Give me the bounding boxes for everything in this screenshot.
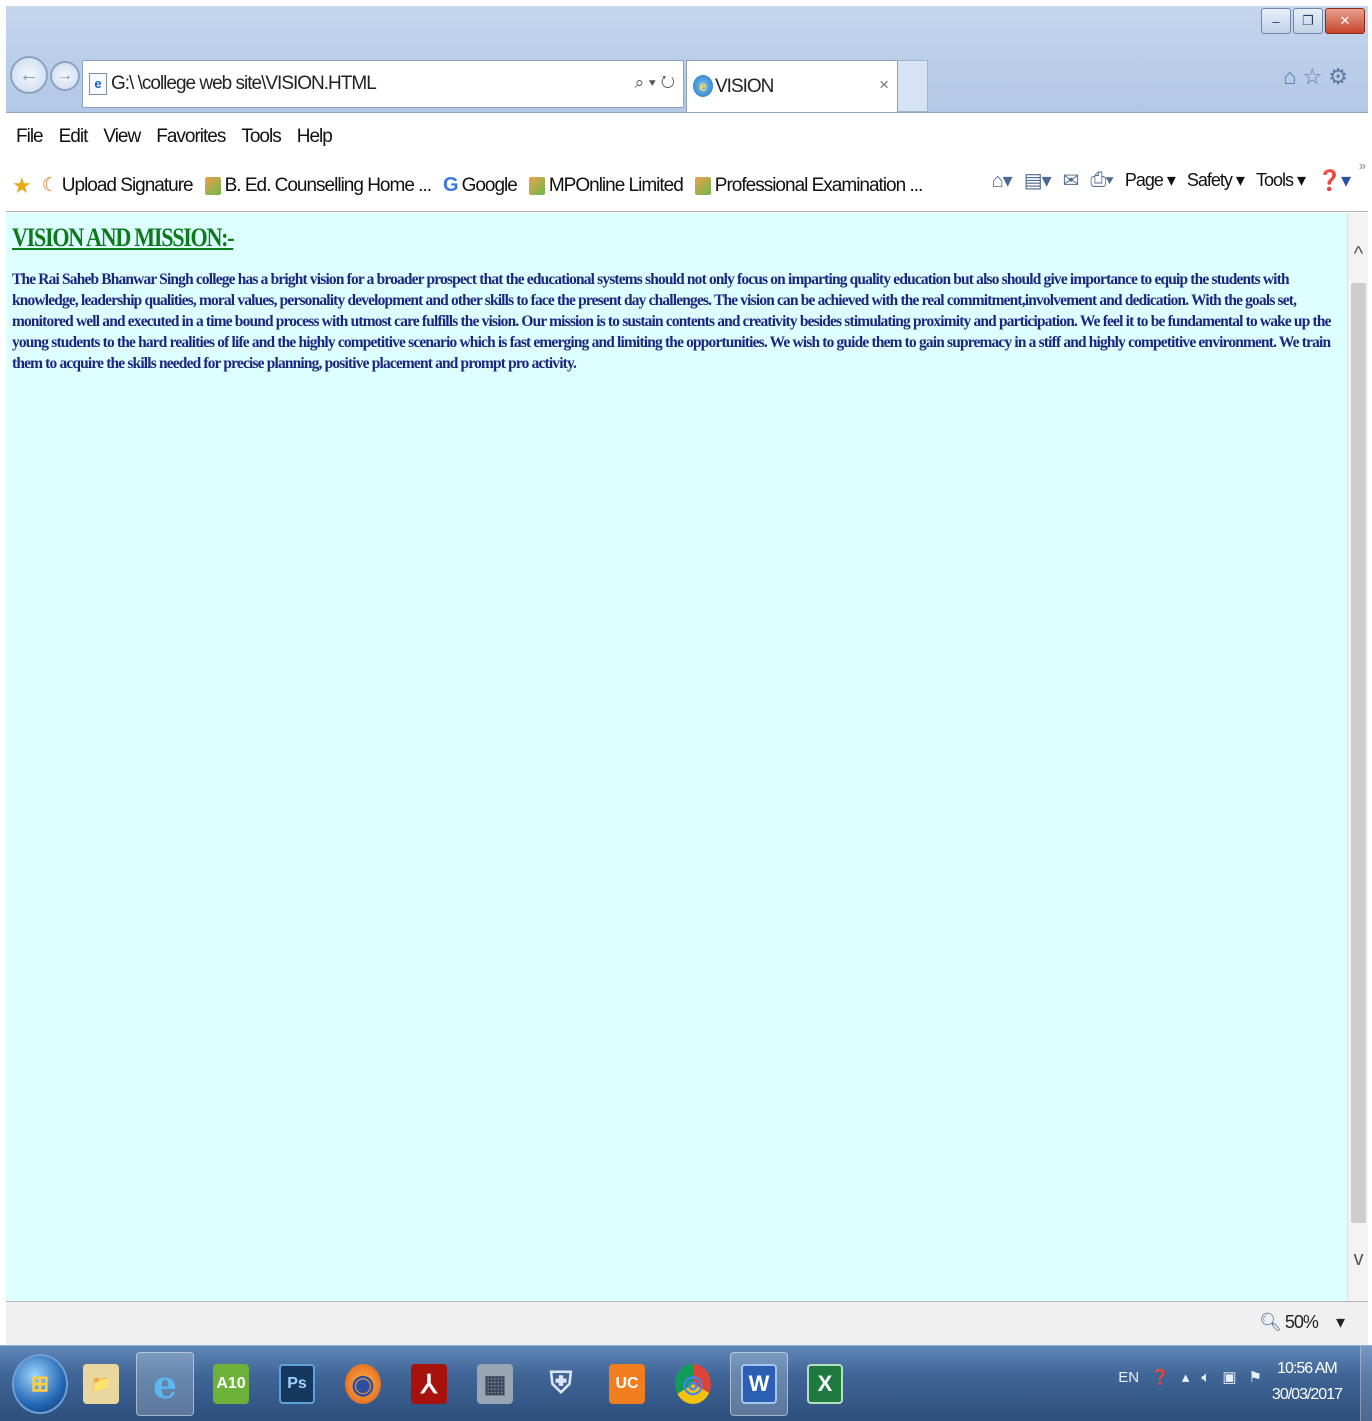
show-desktop-button[interactable] [1360, 1346, 1372, 1421]
firefox-icon: ◉ [345, 1364, 381, 1404]
back-button[interactable]: ← [10, 56, 48, 94]
forward-button[interactable]: → [50, 61, 80, 91]
print-icon[interactable]: ⎙▾ [1090, 169, 1113, 192]
feeds-icon[interactable]: ▤▾ [1024, 168, 1052, 193]
minimize-button[interactable]: – [1261, 8, 1291, 34]
maximize-button[interactable]: ❐ [1293, 8, 1323, 34]
a10-icon: A10 [213, 1364, 249, 1404]
status-bar: 🔍︎ 50% ▾ [6, 1301, 1368, 1345]
shield-icon: ⛨ [549, 1367, 573, 1400]
site-icon [204, 176, 221, 195]
site-icon [528, 176, 545, 195]
safety-menu[interactable]: Safety ▾ [1187, 170, 1245, 191]
taskbar-photoshop[interactable]: Ps [268, 1352, 326, 1416]
fav-google[interactable]: G Google [443, 174, 518, 197]
fav-professional-examination[interactable]: Professional Examination ... [694, 175, 923, 197]
browser-title-bar: – ❐ ✕ ← → e G:\ \college web site\VISION… [6, 6, 1368, 113]
clock-time: 10:56 AM [1277, 1360, 1338, 1377]
taskbar-internet-explorer[interactable]: e [136, 1352, 194, 1416]
vertical-scrollbar[interactable]: ^ v [1347, 213, 1368, 1301]
ie-page-icon: e [89, 73, 107, 95]
taskbar-acrobat[interactable]: ⅄ [400, 1352, 458, 1416]
windows-logo-icon: ⊞ [30, 1371, 50, 1396]
taskbar-security[interactable]: ⛨ [532, 1352, 590, 1416]
close-button[interactable]: ✕ [1325, 8, 1365, 34]
menu-view[interactable]: View [103, 126, 141, 148]
site-icon [694, 176, 711, 195]
scroll-thumb[interactable] [1351, 283, 1366, 1223]
address-bar[interactable]: e G:\ \college web site\VISION.HTML ⌕ ▾ … [82, 60, 684, 108]
taskbar-uc-browser[interactable]: UC [598, 1352, 656, 1416]
vision-paragraph: The Rai Saheb Bhanwar Singh college has … [12, 271, 1331, 372]
taskbar-file-manager[interactable]: ▦ [466, 1352, 524, 1416]
zoom-level: 50% [1284, 1312, 1319, 1332]
mail-icon[interactable]: ✉ [1063, 168, 1080, 193]
chevron-down-icon: ▾ [1335, 1312, 1345, 1332]
photoshop-icon: Ps [279, 1364, 315, 1404]
menu-help[interactable]: Help [297, 126, 333, 148]
ie-tab-icon: e [693, 75, 713, 97]
taskbar: ⊞ 📁 e A10 Ps ◉ ⅄ ▦ ⛨ UC ◎ W X EN ❓ ▴ 🔈︎ … [0, 1345, 1372, 1421]
taskbar-chrome[interactable]: ◎ [664, 1352, 722, 1416]
scroll-down-icon[interactable]: v [1350, 1248, 1367, 1271]
taskbar-excel[interactable]: X [796, 1352, 854, 1416]
page-menu[interactable]: Page ▾ [1125, 170, 1176, 191]
page-heading: VISION AND MISSION:- [12, 223, 235, 252]
search-refresh-icons[interactable]: ⌕ ▾ ↻ [635, 73, 675, 93]
clock[interactable]: 10:56 AM 30/03/2017 [1271, 1356, 1343, 1408]
tab-title: VISION [715, 76, 774, 97]
loading-icon: ☾ [41, 175, 59, 196]
flag-icon[interactable]: ⚑ [1249, 1368, 1262, 1386]
folder-icon: 📁 [83, 1364, 119, 1404]
back-arrow-icon: ← [19, 63, 39, 86]
tab-vision[interactable]: e VISION × [686, 60, 898, 112]
home-favorites-settings-icons[interactable]: ⌂☆⚙ [1283, 64, 1354, 90]
word-icon: W [741, 1364, 777, 1404]
acrobat-icon: ⅄ [411, 1364, 447, 1404]
excel-icon: X [807, 1364, 843, 1404]
help-tray-icon[interactable]: ❓ [1151, 1368, 1170, 1386]
start-button[interactable]: ⊞ [12, 1354, 68, 1414]
fav-mponline[interactable]: MPOnline Limited [528, 175, 684, 197]
taskbar-a10[interactable]: A10 [202, 1352, 260, 1416]
chrome-icon: ◎ [675, 1364, 711, 1404]
chevron-more-icon[interactable]: » [1359, 158, 1366, 173]
command-bar: ⌂▾ ▤▾ ✉ ⎙▾ Page ▾ Safety ▾ Tools ▾ ❓▾ [992, 168, 1351, 193]
address-input[interactable]: G:\ \college web site\VISION.HTML [111, 73, 377, 95]
taskbar-word[interactable]: W [730, 1352, 788, 1416]
volume-icon[interactable]: 🔈︎ [1201, 1369, 1210, 1386]
page-content: VISION AND MISSION:- The Rai Saheb Bhanw… [6, 213, 1347, 1301]
new-tab-button[interactable] [898, 60, 928, 112]
network-icon[interactable]: ▣ [1222, 1368, 1236, 1386]
uc-browser-icon: UC [609, 1364, 645, 1404]
help-icon[interactable]: ❓▾ [1317, 168, 1351, 193]
clock-date: 30/03/2017 [1271, 1386, 1343, 1403]
language-indicator[interactable]: EN [1118, 1369, 1139, 1386]
show-hidden-icons[interactable]: ▴ [1182, 1368, 1190, 1386]
fav-upload-signature[interactable]: ☾ Upload Signature [41, 174, 194, 197]
fav-bed-counselling[interactable]: B. Ed. Counselling Home ... [204, 175, 432, 197]
menu-edit[interactable]: Edit [59, 126, 89, 148]
zoom-icon: 🔍︎ [1259, 1312, 1282, 1332]
menu-tools[interactable]: Tools [241, 126, 281, 148]
scroll-up-icon[interactable]: ^ [1350, 243, 1367, 266]
home-icon[interactable]: ⌂▾ [992, 168, 1013, 193]
zoom-control[interactable]: 🔍︎ 50% ▾ [1259, 1312, 1345, 1333]
taskbar-explorer[interactable]: 📁 [72, 1352, 130, 1416]
forward-arrow-icon: → [57, 67, 73, 84]
menu-file[interactable]: File [16, 126, 44, 148]
system-tray: EN ❓ ▴ 🔈︎ ▣ ⚑ [1118, 1368, 1262, 1387]
google-icon: G [443, 174, 459, 196]
taskbar-firefox[interactable]: ◉ [334, 1352, 392, 1416]
menu-favorites[interactable]: Favorites [156, 126, 226, 148]
menu-bar: File Edit View Favorites Tools Help [6, 114, 1368, 160]
tools-menu[interactable]: Tools ▾ [1256, 170, 1306, 191]
ie-icon: e [152, 1361, 178, 1407]
tab-close-icon[interactable]: × [879, 75, 889, 95]
favorites-star-icon[interactable]: ★ [12, 173, 32, 199]
file-manager-icon: ▦ [477, 1364, 513, 1404]
